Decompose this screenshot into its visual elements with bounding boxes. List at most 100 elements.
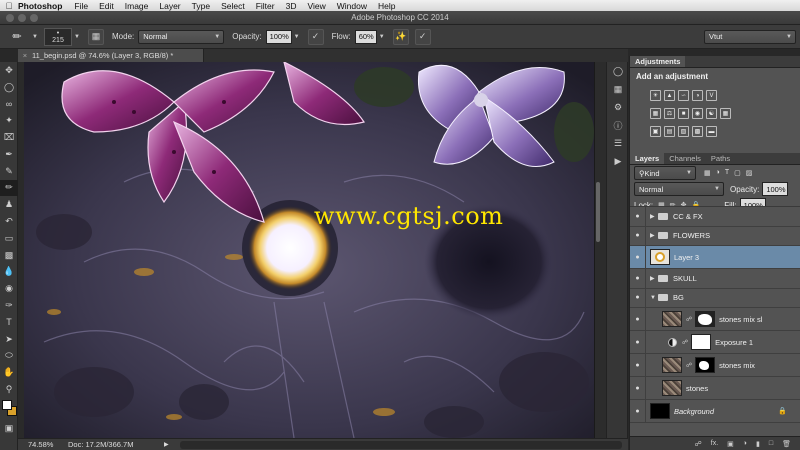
lasso-tool-icon[interactable]: ∞ (0, 96, 18, 113)
menu-type[interactable]: Type (192, 1, 210, 11)
visibility-eye-icon[interactable]: ● (630, 377, 646, 399)
chevron-down-icon[interactable]: ▼ (30, 30, 40, 44)
path-selection-tool-icon[interactable]: ➤ (0, 331, 18, 348)
exposure-icon[interactable]: ◑ (692, 90, 703, 101)
filter-smart-object-icon[interactable]: ▨ (746, 169, 753, 177)
info-panel-icon[interactable]: ⓘ (607, 116, 629, 134)
menu-help[interactable]: Help (378, 1, 395, 11)
posterize-icon[interactable]: ▤ (664, 126, 675, 137)
invert-icon[interactable]: ▣ (650, 126, 661, 137)
mask-thumbnail[interactable] (695, 311, 716, 327)
visibility-eye-icon[interactable]: ● (630, 207, 646, 226)
eraser-tool-icon[interactable]: ▭ (0, 230, 18, 247)
healing-brush-tool-icon[interactable]: ✎ (0, 163, 18, 180)
filter-type-icon[interactable]: T (725, 169, 729, 177)
filter-pixel-icon[interactable]: ▦ (704, 169, 711, 177)
zoom-tool-icon[interactable]: ⚲ (0, 381, 18, 398)
layer-row-adjustment[interactable]: ● ☍ Exposure 1 (630, 331, 800, 354)
brush-presets-panel-icon[interactable]: ⚙ (607, 98, 629, 116)
quick-mask-icon[interactable]: ▣ (0, 420, 18, 437)
menu-select[interactable]: Select (221, 1, 245, 11)
quick-select-tool-icon[interactable]: ✦ (0, 112, 18, 129)
brush-tool-icon[interactable]: ✏ (0, 179, 18, 197)
layer-row-group[interactable]: ● ▼ BG (630, 288, 800, 308)
chevron-down-icon[interactable]: ▼ (292, 30, 302, 44)
visibility-eye-icon[interactable]: ● (630, 226, 646, 245)
new-layer-icon[interactable]: □ (769, 440, 773, 447)
menu-edit[interactable]: Edit (99, 1, 114, 11)
tab-adjustments[interactable]: Adjustments (630, 56, 686, 67)
layer-row[interactable]: ● ☍ stones mix sl (630, 308, 800, 331)
pen-tool-icon[interactable]: ✑ (0, 297, 18, 314)
pressure-opacity-icon[interactable]: ✓ (307, 28, 324, 45)
hand-tool-icon[interactable]: ✋ (0, 364, 18, 381)
status-menu-arrow-icon[interactable]: ▶ (164, 441, 174, 448)
new-group-icon[interactable]: ▮ (756, 440, 760, 448)
chevron-down-icon[interactable]: ▼ (650, 295, 658, 301)
flow-field[interactable]: 60% (354, 29, 377, 44)
workspace-select[interactable]: Vtut ▼ (704, 29, 796, 44)
menu-file[interactable]: File (74, 1, 88, 11)
chevron-right-icon[interactable]: ▶ (650, 275, 658, 282)
dodge-tool-icon[interactable]: ◉ (0, 280, 18, 297)
history-panel-icon[interactable]: ◯ (607, 62, 629, 80)
selective-color-icon[interactable]: ▩ (692, 126, 703, 137)
tab-paths[interactable]: Paths (706, 153, 735, 164)
layer-row[interactable]: ● stones (630, 377, 800, 400)
gradient-map-icon[interactable]: ▬ (706, 126, 717, 137)
chevron-down-icon[interactable]: ▼ (72, 30, 82, 44)
layer-style-fx-icon[interactable]: fx. (711, 440, 718, 447)
opacity-field[interactable]: 100% (265, 29, 292, 44)
menu-window[interactable]: Window (337, 1, 367, 11)
visibility-eye-icon[interactable]: ● (630, 400, 646, 422)
scrollbar-thumb[interactable] (596, 182, 600, 242)
black-white-icon[interactable]: ■ (678, 108, 689, 119)
tab-channels[interactable]: Channels (664, 153, 706, 164)
link-layers-icon[interactable]: ☍ (695, 440, 702, 448)
channel-mixer-icon[interactable]: ☯ (706, 108, 717, 119)
color-balance-icon[interactable]: ⚖ (664, 108, 675, 119)
trash-icon[interactable]: 🗑 (782, 440, 791, 448)
gradient-tool-icon[interactable]: ▩ (0, 247, 18, 264)
visibility-eye-icon[interactable]: ● (630, 269, 646, 288)
menu-3d[interactable]: 3D (286, 1, 297, 11)
visibility-eye-icon[interactable]: ● (630, 288, 646, 307)
blur-tool-icon[interactable]: 💧 (0, 264, 18, 281)
brush-tool-preset-icon[interactable]: ✏ (4, 28, 30, 46)
layer-row[interactable]: ● ☍ stones mix (630, 354, 800, 377)
properties-panel-icon[interactable]: ☰ (607, 134, 629, 152)
levels-icon[interactable]: ▲ (664, 90, 675, 101)
chevron-right-icon[interactable]: ▶ (650, 213, 658, 220)
layer-row-group[interactable]: ● ▶ SKULL (630, 269, 800, 289)
menu-filter[interactable]: Filter (256, 1, 275, 11)
threshold-icon[interactable]: ▧ (678, 126, 689, 137)
zoom-window-button[interactable] (30, 14, 38, 22)
mask-thumbnail[interactable] (691, 334, 712, 350)
document-tab[interactable]: × 11_begin.psd @ 74.6% (Layer 3, RGB/8) … (18, 49, 204, 62)
chain-link-icon[interactable]: ☍ (682, 339, 688, 346)
document-canvas[interactable]: www.cgtsj.com (24, 62, 594, 438)
history-brush-tool-icon[interactable]: ↶ (0, 213, 18, 230)
brush-panel-toggle-icon[interactable]: ▦ (88, 28, 104, 45)
eyedropper-tool-icon[interactable]: ✒ (0, 146, 18, 163)
layer-row-group[interactable]: ● ▶ CC & FX (630, 207, 800, 227)
shape-tool-icon[interactable]: ⬭ (0, 348, 18, 365)
menu-image[interactable]: Image (125, 1, 149, 11)
layer-opacity-field[interactable]: 100% (762, 182, 789, 196)
foreground-color-swatch[interactable] (2, 399, 12, 410)
photo-filter-icon[interactable]: ◉ (692, 108, 703, 119)
layer-row-group[interactable]: ● ▶ FLOWERS (630, 226, 800, 246)
actions-panel-icon[interactable]: ▶ (607, 152, 629, 170)
zoom-level[interactable]: 74.58% (18, 440, 68, 449)
marquee-tool-icon[interactable]: ◯ (0, 79, 18, 96)
minimize-window-button[interactable] (18, 14, 26, 22)
mode-select[interactable]: Normal ▼ (138, 29, 225, 44)
visibility-eye-icon[interactable]: ● (630, 331, 646, 353)
chain-link-icon[interactable]: ☍ (686, 362, 692, 369)
type-tool-icon[interactable]: T (0, 314, 18, 331)
app-menu[interactable]: Photoshop (18, 1, 62, 11)
menu-layer[interactable]: Layer (159, 1, 180, 11)
vibrance-icon[interactable]: V (706, 90, 717, 101)
tab-layers[interactable]: Layers (630, 153, 665, 164)
layer-row-selected[interactable]: ● Layer 3 (630, 246, 800, 269)
